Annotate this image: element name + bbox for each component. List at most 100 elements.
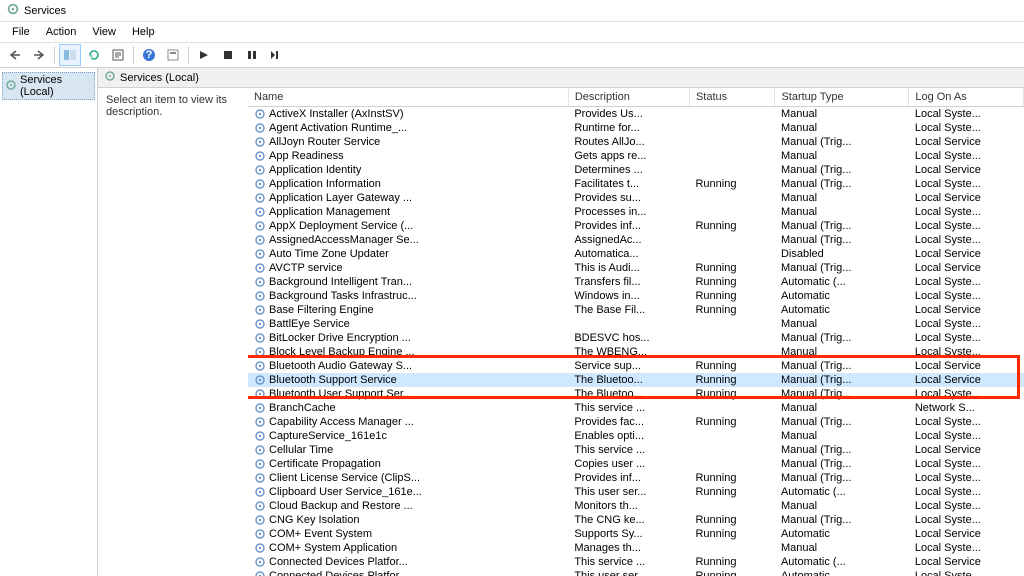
cell-name: Client License Service (ClipS... <box>248 471 568 485</box>
cell-startup: Manual (Trig... <box>775 177 909 191</box>
table-row[interactable]: Connected Devices Platfor...This service… <box>248 555 1024 569</box>
column-status[interactable]: Status <box>689 88 774 107</box>
properties-button[interactable] <box>162 44 184 66</box>
cell-startup: Automatic <box>775 303 909 317</box>
cell-name: Block Level Backup Engine ... <box>248 345 568 359</box>
cell-description: Automatica... <box>568 247 689 261</box>
table-row[interactable]: Cloud Backup and Restore ...Monitors th.… <box>248 499 1024 513</box>
cell-status <box>689 541 774 555</box>
table-row[interactable]: BattlEye ServiceManualLocal Syste... <box>248 317 1024 331</box>
start-button[interactable] <box>193 44 215 66</box>
table-row[interactable]: Application IdentityDetermines ...Manual… <box>248 163 1024 177</box>
cell-description: Manages th... <box>568 541 689 555</box>
forward-button[interactable] <box>28 44 50 66</box>
cell-logon: Network S... <box>909 401 1024 415</box>
table-row[interactable]: COM+ Event SystemSupports Sy...RunningAu… <box>248 527 1024 541</box>
cell-description: This is Audi... <box>568 261 689 275</box>
cell-description: Supports Sy... <box>568 527 689 541</box>
table-row[interactable]: COM+ System ApplicationManages th...Manu… <box>248 541 1024 555</box>
cell-logon: Local Service <box>909 135 1024 149</box>
table-row[interactable]: Bluetooth Audio Gateway S...Service sup.… <box>248 359 1024 373</box>
table-row[interactable]: Capability Access Manager ...Provides fa… <box>248 415 1024 429</box>
table-row[interactable]: Clipboard User Service_161e...This user … <box>248 485 1024 499</box>
cell-logon: Local Service <box>909 359 1024 373</box>
pause-button[interactable] <box>241 44 263 66</box>
cell-startup: Automatic (... <box>775 485 909 499</box>
table-row[interactable]: Agent Activation Runtime_...Runtime for.… <box>248 121 1024 135</box>
table-row[interactable]: Application ManagementProcesses in...Man… <box>248 205 1024 219</box>
cell-logon: Local Syste... <box>909 219 1024 233</box>
menu-bar: File Action View Help <box>0 22 1024 42</box>
table-row[interactable]: Client License Service (ClipS...Provides… <box>248 471 1024 485</box>
menu-file[interactable]: File <box>4 24 38 40</box>
column-description[interactable]: Description <box>568 88 689 107</box>
cell-status: Running <box>689 513 774 527</box>
table-row[interactable]: ActiveX Installer (AxInstSV)Provides Us.… <box>248 107 1024 122</box>
service-list[interactable]: Name Description Status Startup Type Log… <box>248 88 1024 576</box>
column-name[interactable]: Name <box>248 88 568 107</box>
table-row[interactable]: Connected Devices Platfor...This user se… <box>248 569 1024 576</box>
table-row[interactable]: AllJoyn Router ServiceRoutes AllJo...Man… <box>248 135 1024 149</box>
cell-startup: Manual <box>775 345 909 359</box>
stop-button[interactable] <box>217 44 239 66</box>
cell-startup: Automatic (... <box>775 555 909 569</box>
table-row[interactable]: AVCTP serviceThis is Audi...RunningManua… <box>248 261 1024 275</box>
table-row[interactable]: AppX Deployment Service (...Provides inf… <box>248 219 1024 233</box>
refresh-button[interactable] <box>83 44 105 66</box>
export-button[interactable] <box>107 44 129 66</box>
cell-name: Background Intelligent Tran... <box>248 275 568 289</box>
table-row[interactable]: CaptureService_161e1cEnables opti...Manu… <box>248 429 1024 443</box>
table-row[interactable]: Bluetooth User Support Ser...The Bluetoo… <box>248 387 1024 401</box>
cell-startup: Manual <box>775 107 909 122</box>
cell-name: Application Identity <box>248 163 568 177</box>
column-logon[interactable]: Log On As <box>909 88 1024 107</box>
table-row[interactable]: Cellular TimeThis service ...Manual (Tri… <box>248 443 1024 457</box>
cell-status <box>689 149 774 163</box>
cell-logon: Local Service <box>909 247 1024 261</box>
table-row[interactable]: Auto Time Zone UpdaterAutomatica...Disab… <box>248 247 1024 261</box>
table-row[interactable]: Block Level Backup Engine ...The WBENG..… <box>248 345 1024 359</box>
table-row[interactable]: Background Tasks Infrastruc...Windows in… <box>248 289 1024 303</box>
menu-view[interactable]: View <box>84 24 124 40</box>
table-row[interactable]: BitLocker Drive Encryption ...BDESVC hos… <box>248 331 1024 345</box>
menu-help[interactable]: Help <box>124 24 163 40</box>
table-row[interactable]: Application Layer Gateway ...Provides su… <box>248 191 1024 205</box>
cell-startup: Manual <box>775 541 909 555</box>
cell-name: BitLocker Drive Encryption ... <box>248 331 568 345</box>
cell-name: Connected Devices Platfor... <box>248 555 568 569</box>
table-row[interactable]: Application InformationFacilitates t...R… <box>248 177 1024 191</box>
cell-logon: Local Syste... <box>909 149 1024 163</box>
table-row[interactable]: CNG Key IsolationThe CNG ke...RunningMan… <box>248 513 1024 527</box>
table-row[interactable]: BranchCacheThis service ...ManualNetwork… <box>248 401 1024 415</box>
table-row[interactable]: Certificate PropagationCopies user ...Ma… <box>248 457 1024 471</box>
title-bar: Services <box>0 0 1024 22</box>
table-row[interactable]: App ReadinessGets apps re...ManualLocal … <box>248 149 1024 163</box>
cell-name: AppX Deployment Service (... <box>248 219 568 233</box>
cell-description: Processes in... <box>568 205 689 219</box>
cell-status: Running <box>689 527 774 541</box>
table-row[interactable]: AssignedAccessManager Se...AssignedAc...… <box>248 233 1024 247</box>
table-row[interactable]: Base Filtering EngineThe Base Fil...Runn… <box>248 303 1024 317</box>
cell-status <box>689 401 774 415</box>
table-row[interactable]: Background Intelligent Tran...Transfers … <box>248 275 1024 289</box>
menu-action[interactable]: Action <box>38 24 85 40</box>
cell-status: Running <box>689 303 774 317</box>
cell-logon: Local Service <box>909 191 1024 205</box>
cell-name: Capability Access Manager ... <box>248 415 568 429</box>
cell-name: Base Filtering Engine <box>248 303 568 317</box>
cell-status: Running <box>689 359 774 373</box>
show-hide-button[interactable] <box>59 44 81 66</box>
cell-status: Running <box>689 177 774 191</box>
back-button[interactable] <box>4 44 26 66</box>
help-button[interactable]: ? <box>138 44 160 66</box>
cell-startup: Disabled <box>775 247 909 261</box>
cell-name: BattlEye Service <box>248 317 568 331</box>
table-row[interactable]: Bluetooth Support ServiceThe Bluetoo...R… <box>248 373 1024 387</box>
cell-logon: Local Syste... <box>909 107 1024 122</box>
cell-description: Monitors th... <box>568 499 689 513</box>
tree-item-services-local[interactable]: Services (Local) <box>2 72 95 100</box>
cell-description: The WBENG... <box>568 345 689 359</box>
column-startup[interactable]: Startup Type <box>775 88 909 107</box>
restart-button[interactable] <box>265 44 287 66</box>
cell-startup: Manual <box>775 149 909 163</box>
